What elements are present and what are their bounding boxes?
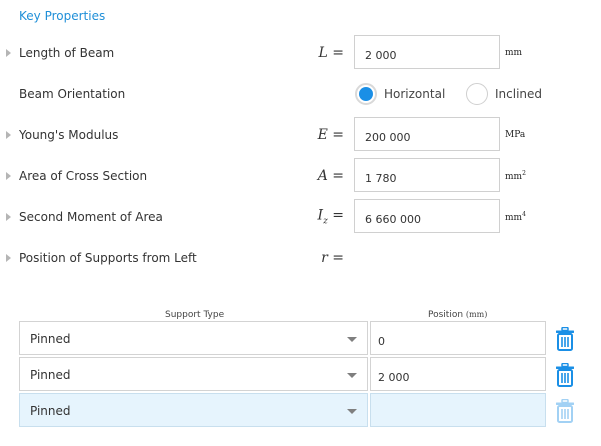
length-label: Length of Beam bbox=[19, 46, 115, 60]
caret-right-icon[interactable] bbox=[6, 172, 11, 180]
area-input[interactable]: 1 780 bbox=[354, 158, 500, 192]
youngs-symbol: E = bbox=[317, 127, 344, 143]
support-type-select[interactable]: Pinned bbox=[19, 393, 368, 427]
chevron-down-icon[interactable] bbox=[347, 373, 357, 378]
trash-icon[interactable] bbox=[554, 327, 576, 351]
moment-unit: mm4 bbox=[505, 211, 526, 223]
chevron-down-icon[interactable] bbox=[347, 409, 357, 414]
support-position-input[interactable] bbox=[370, 393, 546, 427]
property-row-moment: Second Moment of Area Iz = 6 660 000 mm4 bbox=[0, 199, 601, 235]
support-row: Pinned 0 bbox=[19, 321, 579, 355]
property-row-supports: Position of Supports from Left r = bbox=[0, 240, 601, 276]
orientation-label: Beam Orientation bbox=[19, 87, 126, 101]
supports-label: Position of Supports from Left bbox=[19, 251, 197, 265]
chevron-down-icon[interactable] bbox=[347, 337, 357, 342]
youngs-input[interactable]: 200 000 bbox=[354, 117, 500, 151]
moment-label: Second Moment of Area bbox=[19, 210, 163, 224]
moment-input[interactable]: 6 660 000 bbox=[354, 199, 500, 233]
radio-horizontal-label: Horizontal bbox=[384, 87, 446, 101]
youngs-label: Young's Modulus bbox=[19, 128, 119, 142]
caret-right-icon[interactable] bbox=[6, 131, 11, 139]
column-header-position: Position (mm) bbox=[428, 310, 488, 320]
length-input[interactable]: 2 000 bbox=[354, 35, 500, 69]
moment-symbol: Iz = bbox=[317, 207, 344, 227]
radio-inclined-label: Inclined bbox=[495, 87, 543, 101]
radio-inclined-indicator[interactable] bbox=[466, 83, 488, 105]
support-position-input[interactable]: 2 000 bbox=[370, 357, 546, 391]
supports-symbol: r = bbox=[321, 250, 344, 266]
section-title: Key Properties bbox=[19, 9, 106, 23]
column-header-support-type: Support Type bbox=[165, 310, 225, 320]
support-row: Pinned bbox=[19, 393, 579, 427]
support-row: Pinned 2 000 bbox=[19, 357, 579, 391]
area-unit: mm2 bbox=[505, 170, 526, 182]
area-label: Area of Cross Section bbox=[19, 169, 148, 183]
property-row-area: Area of Cross Section A = 1 780 mm2 bbox=[0, 158, 601, 194]
caret-right-icon[interactable] bbox=[6, 213, 11, 221]
trash-icon[interactable] bbox=[554, 399, 576, 423]
property-row-orientation: Beam Orientation Horizontal Inclined bbox=[0, 76, 601, 112]
radio-horizontal[interactable]: Horizontal bbox=[355, 83, 445, 105]
trash-icon[interactable] bbox=[554, 363, 576, 387]
caret-right-icon[interactable] bbox=[6, 254, 11, 262]
radio-horizontal-indicator[interactable] bbox=[355, 83, 377, 105]
length-unit: mm bbox=[505, 48, 523, 58]
length-symbol: L = bbox=[318, 45, 344, 61]
area-symbol: A = bbox=[317, 168, 344, 184]
support-type-select[interactable]: Pinned bbox=[19, 321, 368, 355]
property-row-youngs: Young's Modulus E = 200 000 MPa bbox=[0, 117, 601, 153]
caret-right-icon[interactable] bbox=[6, 49, 11, 57]
radio-inclined[interactable]: Inclined bbox=[466, 83, 542, 105]
support-type-select[interactable]: Pinned bbox=[19, 357, 368, 391]
property-row-length: Length of Beam L = 2 000 mm bbox=[0, 35, 601, 71]
support-position-input[interactable]: 0 bbox=[370, 321, 546, 355]
youngs-unit: MPa bbox=[505, 130, 526, 140]
